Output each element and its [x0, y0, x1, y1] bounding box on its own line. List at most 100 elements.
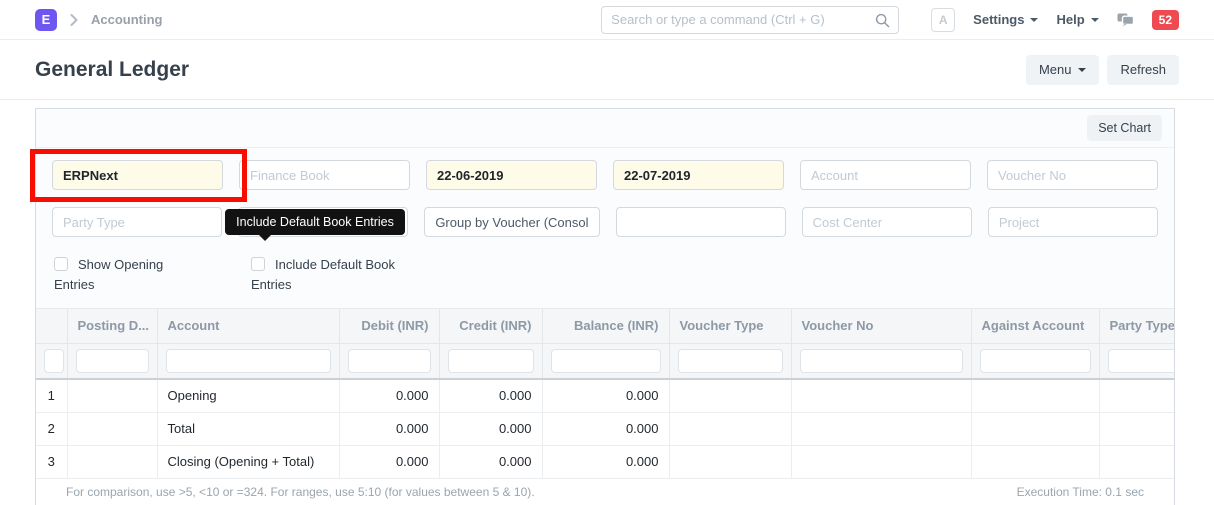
filter-to-date-field: 22-07-2019 [613, 160, 784, 190]
cell-account[interactable]: Total [157, 412, 339, 445]
cell-voucher-type[interactable] [669, 412, 791, 445]
cell-credit[interactable]: 0.000 [439, 445, 542, 478]
row-index: 2 [36, 412, 67, 445]
chevron-down-icon [1030, 18, 1038, 22]
chevron-right-icon [70, 14, 78, 26]
report-container: Set Chart ERPNext Finance Book 22-06-201… [35, 108, 1175, 505]
cell-balance[interactable]: 0.000 [542, 379, 669, 412]
company-filter[interactable]: ERPNext [52, 160, 223, 190]
table-row: 2 Total 0.000 0.000 0.000 [36, 412, 1174, 445]
column-filter-input[interactable] [348, 349, 431, 373]
cell-voucher-no[interactable] [791, 445, 971, 478]
col-header-credit[interactable]: Credit (INR) [439, 309, 542, 343]
col-header-party-type[interactable]: Party Type [1099, 309, 1174, 343]
filter-company-field: ERPNext [52, 160, 223, 190]
cost-center-filter[interactable]: Cost Center [802, 207, 972, 237]
account-filter[interactable]: Account [800, 160, 971, 190]
search-icon [875, 13, 890, 33]
navbar-left: E Accounting [35, 9, 163, 31]
filter-account-field: Account [800, 160, 971, 190]
column-filter-input[interactable] [166, 349, 331, 373]
cell-balance[interactable]: 0.000 [542, 412, 669, 445]
finance-book-filter[interactable]: Finance Book [239, 160, 410, 190]
project-filter[interactable]: Project [988, 207, 1158, 237]
cell-debit[interactable]: 0.000 [339, 445, 439, 478]
settings-menu[interactable]: Settings [973, 12, 1038, 27]
set-chart-button[interactable]: Set Chart [1087, 115, 1162, 141]
cell-party-type[interactable] [1099, 379, 1174, 412]
column-filter-input[interactable] [551, 349, 661, 373]
cell-against-account[interactable] [971, 379, 1099, 412]
chat-icon[interactable] [1117, 13, 1134, 27]
filter-section: ERPNext Finance Book 22-06-2019 22-07-20… [36, 148, 1174, 308]
cell-debit[interactable]: 0.000 [339, 412, 439, 445]
col-header-balance[interactable]: Balance (INR) [542, 309, 669, 343]
col-header-debit[interactable]: Debit (INR) [339, 309, 439, 343]
cell-voucher-no[interactable] [791, 412, 971, 445]
column-filter-input[interactable] [1108, 349, 1175, 373]
cell-posting-date[interactable] [67, 379, 157, 412]
global-search [601, 6, 899, 34]
cell-posting-date[interactable] [67, 445, 157, 478]
cell-account[interactable]: Opening [157, 379, 339, 412]
show-opening-entries-checkbox[interactable]: Show Opening Entries [54, 255, 206, 295]
chevron-down-icon [1091, 18, 1099, 22]
checkbox-icon[interactable] [54, 257, 68, 271]
to-date-filter[interactable]: 22-07-2019 [613, 160, 784, 190]
chevron-down-icon [1078, 68, 1086, 72]
cell-credit[interactable]: 0.000 [439, 412, 542, 445]
filter-empty-field [616, 207, 786, 237]
tooltip: Include Default Book Entries [225, 209, 405, 235]
cell-party-type[interactable] [1099, 412, 1174, 445]
voucher-no-filter[interactable]: Voucher No [987, 160, 1158, 190]
include-default-book-entries-checkbox[interactable]: Include Default Book Entries [251, 255, 403, 295]
user-avatar[interactable]: A [931, 8, 955, 32]
cell-against-account[interactable] [971, 412, 1099, 445]
cell-account[interactable]: Closing (Opening + Total) [157, 445, 339, 478]
column-filter-input[interactable] [800, 349, 963, 373]
cell-against-account[interactable] [971, 445, 1099, 478]
breadcrumb-accounting[interactable]: Accounting [91, 12, 163, 27]
column-filter-input[interactable] [678, 349, 783, 373]
column-filter-input[interactable] [76, 349, 149, 373]
party-type-filter[interactable]: Party Type [52, 207, 222, 237]
cell-voucher-type[interactable] [669, 379, 791, 412]
table-row: 1 Opening 0.000 0.000 0.000 [36, 379, 1174, 412]
checkbox-icon[interactable] [251, 257, 265, 271]
notification-badge[interactable]: 52 [1152, 10, 1179, 30]
from-date-filter[interactable]: 22-06-2019 [426, 160, 597, 190]
column-filter-input[interactable] [980, 349, 1091, 373]
help-label: Help [1056, 12, 1084, 27]
cell-posting-date[interactable] [67, 412, 157, 445]
cell-party-type[interactable] [1099, 445, 1174, 478]
cell-debit[interactable]: 0.000 [339, 379, 439, 412]
filter-row-1: ERPNext Finance Book 22-06-2019 22-07-20… [52, 160, 1158, 190]
column-filter-input[interactable] [44, 349, 64, 373]
filter-finance-book-field: Finance Book [239, 160, 410, 190]
col-header-voucher-type[interactable]: Voucher Type [669, 309, 791, 343]
app-logo[interactable]: E [35, 9, 57, 31]
col-header-index[interactable] [36, 309, 67, 343]
datatable: Posting D... Account Debit (INR) Credit … [36, 308, 1174, 505]
col-header-account[interactable]: Account [157, 309, 339, 343]
search-input[interactable] [602, 7, 898, 33]
cell-credit[interactable]: 0.000 [439, 379, 542, 412]
col-header-voucher-no[interactable]: Voucher No [791, 309, 971, 343]
page-actions: Menu Refresh [1026, 55, 1179, 85]
column-filter-input[interactable] [448, 349, 534, 373]
filter-project-field: Project [988, 207, 1158, 237]
menu-button[interactable]: Menu [1026, 55, 1100, 85]
col-header-posting-date[interactable]: Posting D... [67, 309, 157, 343]
help-menu[interactable]: Help [1056, 12, 1098, 27]
page-head: General Ledger Menu Refresh [0, 40, 1214, 100]
cell-balance[interactable]: 0.000 [542, 445, 669, 478]
cell-voucher-type[interactable] [669, 445, 791, 478]
table-row: 3 Closing (Opening + Total) 0.000 0.000 … [36, 445, 1174, 478]
refresh-button[interactable]: Refresh [1107, 55, 1179, 85]
group-by-filter[interactable]: Group by Voucher (Consol [424, 207, 599, 237]
filter-from-date-field: 22-06-2019 [426, 160, 597, 190]
col-header-against-account[interactable]: Against Account [971, 309, 1099, 343]
cell-voucher-no[interactable] [791, 379, 971, 412]
empty-filter[interactable] [616, 207, 786, 237]
table-footer: For comparison, use >5, <10 or =324. For… [36, 479, 1174, 505]
